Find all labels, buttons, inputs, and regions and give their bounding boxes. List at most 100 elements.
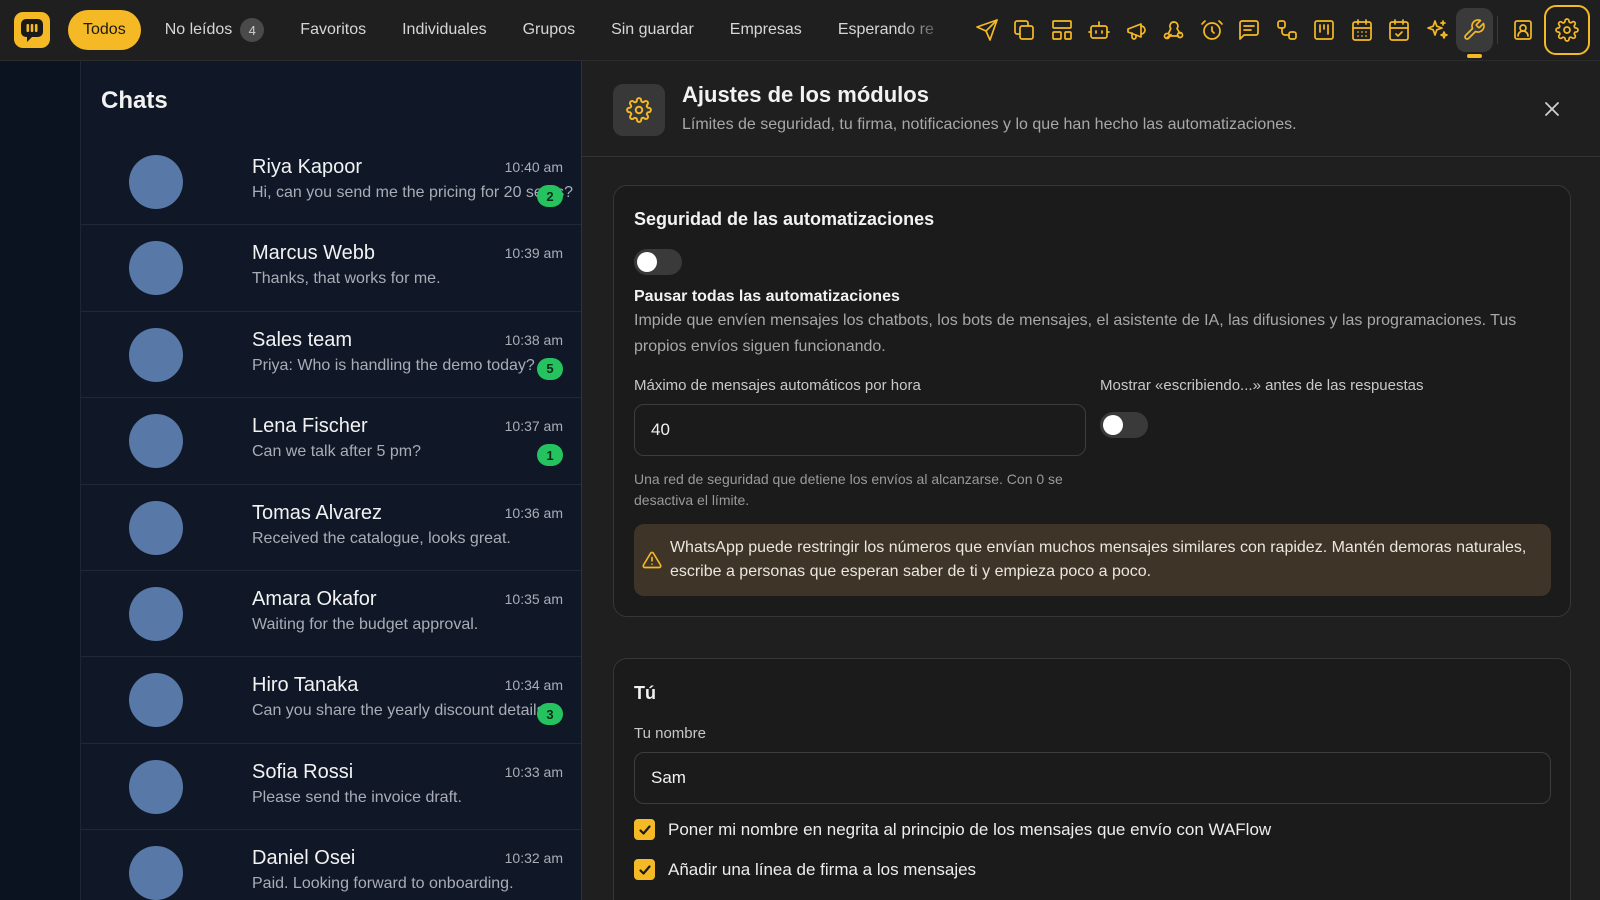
filter-label: Grupos <box>522 21 576 38</box>
layout-icon[interactable] <box>1043 8 1081 52</box>
chat-time: 10:40 am <box>504 159 563 175</box>
chat-last-message: Hi, can you send me the pricing for 20 s… <box>252 184 574 201</box>
filter-grupos[interactable]: Grupos <box>505 10 593 50</box>
calendar-check-icon[interactable] <box>1381 8 1419 52</box>
filter-label: Favoritos <box>300 21 367 38</box>
chat-time: 10:34 am <box>504 677 563 694</box>
avatar <box>129 500 183 555</box>
bold-name-label: Poner mi nombre en negrita al principio … <box>668 819 1272 839</box>
chat-list-item[interactable]: Tomas Alvarez Received the catalogue, lo… <box>81 485 581 571</box>
chat-list-item[interactable]: Lena Fischer Can we talk after 5 pm? 10:… <box>81 398 581 485</box>
chat-last-message: Can we talk after 5 pm? <box>252 443 421 461</box>
pause-automations-toggle[interactable] <box>634 249 682 275</box>
chat-list: Riya Kapoor Hi, can you send me the pric… <box>81 139 581 900</box>
app-logo-icon[interactable] <box>14 12 50 48</box>
webhook-icon[interactable] <box>1156 8 1194 52</box>
chat-list-item[interactable]: Sales team Priya: Who is handling the de… <box>81 312 581 399</box>
unread-count-badge: 4 <box>240 18 265 42</box>
filter-label: No leídos <box>164 21 233 38</box>
bold-name-option[interactable]: Poner mi nombre en negrita al principio … <box>634 819 1271 840</box>
chat-list-item[interactable]: Daniel Osei Paid. Looking forward to onb… <box>81 830 581 900</box>
chat-last-message: Please send the invoice draft. <box>252 788 462 806</box>
filter-label: Todos <box>83 21 126 38</box>
typing-indicator-label: Mostrar «escribiendo...» antes de las re… <box>1100 377 1424 394</box>
chat-name: Hiro Tanaka <box>252 674 359 697</box>
chat-time: 10:38 am <box>504 331 563 348</box>
bot-icon[interactable] <box>1081 8 1119 52</box>
chat-filter-tabs: Todos No leídos 4 Favoritos Individuales … <box>68 10 952 50</box>
avatar <box>129 241 183 296</box>
filter-favoritos[interactable]: Favoritos <box>282 10 384 50</box>
filter-sin-guardar[interactable]: Sin guardar <box>593 10 712 50</box>
signature-option[interactable]: Añadir una línea de firma a los mensajes <box>634 859 976 880</box>
wrench-icon[interactable] <box>1455 8 1493 58</box>
warning-text: WhatsApp puede restringir los números qu… <box>669 539 1527 580</box>
toggle-knob <box>1103 415 1123 435</box>
megaphone-icon[interactable] <box>1118 8 1156 52</box>
module-settings-panel: Ajustes de los módulos Límites de seguri… <box>582 61 1600 900</box>
warning-triangle-icon <box>634 550 670 570</box>
chat-list-item[interactable]: Sofia Rossi Please send the invoice draf… <box>81 744 581 831</box>
settings-subtitle: Límites de seguridad, tu firma, notifica… <box>682 116 1297 133</box>
max-messages-label: Máximo de mensajes automáticos por hora <box>634 377 921 394</box>
signature-label: Añadir una línea de firma a los mensajes <box>668 859 977 879</box>
workflow-icon[interactable] <box>1268 8 1306 52</box>
pause-automations-label: Pausar todas las automatizaciones <box>634 288 900 305</box>
top-bar: Todos No leídos 4 Favoritos Individuales … <box>0 0 1600 61</box>
calendar-grid-icon[interactable] <box>1343 8 1381 52</box>
chat-list-item[interactable]: Hiro Tanaka Can you share the yearly dis… <box>81 657 581 744</box>
chat-list-item[interactable]: Marcus Webb Thanks, that works for me. 1… <box>81 225 581 312</box>
filter-todos[interactable]: Todos <box>68 10 141 50</box>
filter-no-leidos[interactable]: No leídos 4 <box>147 10 283 50</box>
avatar <box>129 155 183 209</box>
filter-label: Esperando re <box>837 21 934 38</box>
send-icon[interactable] <box>968 8 1006 52</box>
chat-name: Daniel Osei <box>252 847 356 870</box>
filter-empresas[interactable]: Empresas <box>712 10 820 50</box>
chat-name: Sales team <box>252 328 353 351</box>
filter-label: Empresas <box>729 21 802 38</box>
max-messages-input[interactable] <box>634 404 1086 456</box>
chat-last-message: Can you share the yearly discount detail… <box>252 702 554 720</box>
chat-last-message: Received the catalogue, looks great. <box>252 529 511 547</box>
chat-name: Tomas Alvarez <box>252 501 383 524</box>
filter-individuales[interactable]: Individuales <box>384 10 505 50</box>
you-card: Tú Tu nombre Poner mi nombre en negrita … <box>613 658 1571 900</box>
message-square-icon[interactable] <box>1231 8 1269 52</box>
copy-icon[interactable] <box>1006 8 1044 52</box>
chat-time: 10:39 am <box>504 245 563 262</box>
toggle-knob <box>637 252 657 272</box>
close-icon[interactable] <box>1540 97 1564 121</box>
chat-last-message: Paid. Looking forward to onboarding. <box>252 875 514 893</box>
safety-section-title: Seguridad de las automatizaciones <box>634 209 935 229</box>
chat-name: Riya Kapoor <box>252 156 363 178</box>
your-name-label: Tu nombre <box>634 725 706 742</box>
alarm-clock-icon[interactable] <box>1193 8 1231 52</box>
module-toolbar <box>968 5 1590 58</box>
signature-checkbox[interactable] <box>634 859 655 880</box>
toolbar-divider <box>1497 16 1498 44</box>
gear-icon[interactable] <box>1543 5 1590 55</box>
chat-list-panel: Chats Riya Kapoor Hi, can you send me th… <box>80 61 582 900</box>
filter-esperando[interactable]: Esperando re <box>820 10 952 50</box>
bold-name-checkbox[interactable] <box>634 819 655 840</box>
sparkles-icon[interactable] <box>1418 8 1456 52</box>
your-name-input[interactable] <box>634 752 1551 804</box>
chat-name: Lena Fischer <box>252 415 368 438</box>
chat-name: Marcus Webb <box>252 242 376 265</box>
avatar <box>129 673 183 728</box>
contact-icon[interactable] <box>1504 8 1542 52</box>
avatar <box>129 846 183 900</box>
unread-badge: 5 <box>537 357 563 380</box>
chat-list-item[interactable]: Riya Kapoor Hi, can you send me the pric… <box>81 139 581 226</box>
avatar <box>129 327 183 382</box>
kanban-icon[interactable] <box>1306 8 1344 52</box>
typing-indicator-toggle[interactable] <box>1100 412 1148 438</box>
chats-title: Chats <box>101 87 168 114</box>
filter-label: Individuales <box>402 21 487 38</box>
max-messages-help: Una red de seguridad que detiene los env… <box>634 471 1063 508</box>
chat-last-message: Thanks, that works for me. <box>252 270 441 288</box>
chat-name: Sofia Rossi <box>252 760 354 783</box>
chat-time: 10:37 am <box>504 418 563 435</box>
chat-list-item[interactable]: Amara Okafor Waiting for the budget appr… <box>81 571 581 658</box>
